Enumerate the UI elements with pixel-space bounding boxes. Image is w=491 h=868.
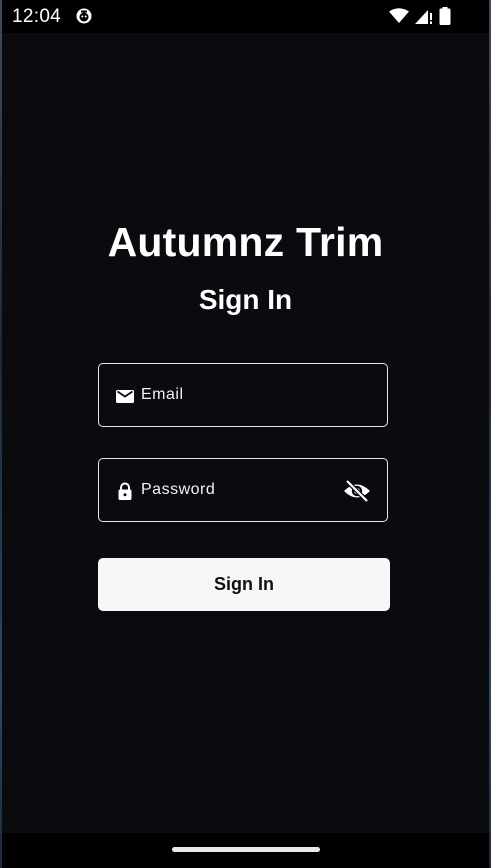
app-notification-icon <box>76 8 92 24</box>
password-field[interactable] <box>98 458 388 522</box>
status-icons <box>389 7 451 25</box>
sign-in-content: Autumnz Trim Sign In Si <box>0 33 491 833</box>
home-gesture-handle[interactable] <box>172 847 320 852</box>
phone-screen: 12:04 Autumnz Trim Sign In Email Sign In <box>0 0 491 868</box>
battery-icon <box>439 7 451 25</box>
wifi-icon <box>389 8 409 23</box>
email-field[interactable] <box>98 363 388 427</box>
password-input[interactable] <box>141 459 337 521</box>
lock-icon <box>118 482 132 500</box>
mail-icon <box>116 390 134 403</box>
navigation-bar <box>2 833 489 868</box>
status-bar: 12:04 <box>2 0 489 33</box>
sign-in-button[interactable]: Sign In <box>98 558 390 611</box>
email-input[interactable] <box>141 364 337 426</box>
status-time: 12:04 <box>12 6 62 27</box>
app-title: Autumnz Trim <box>107 219 384 265</box>
page-title: Sign In <box>198 284 293 315</box>
eye-off-icon[interactable] <box>343 478 371 504</box>
cell-signal-icon <box>415 9 432 24</box>
